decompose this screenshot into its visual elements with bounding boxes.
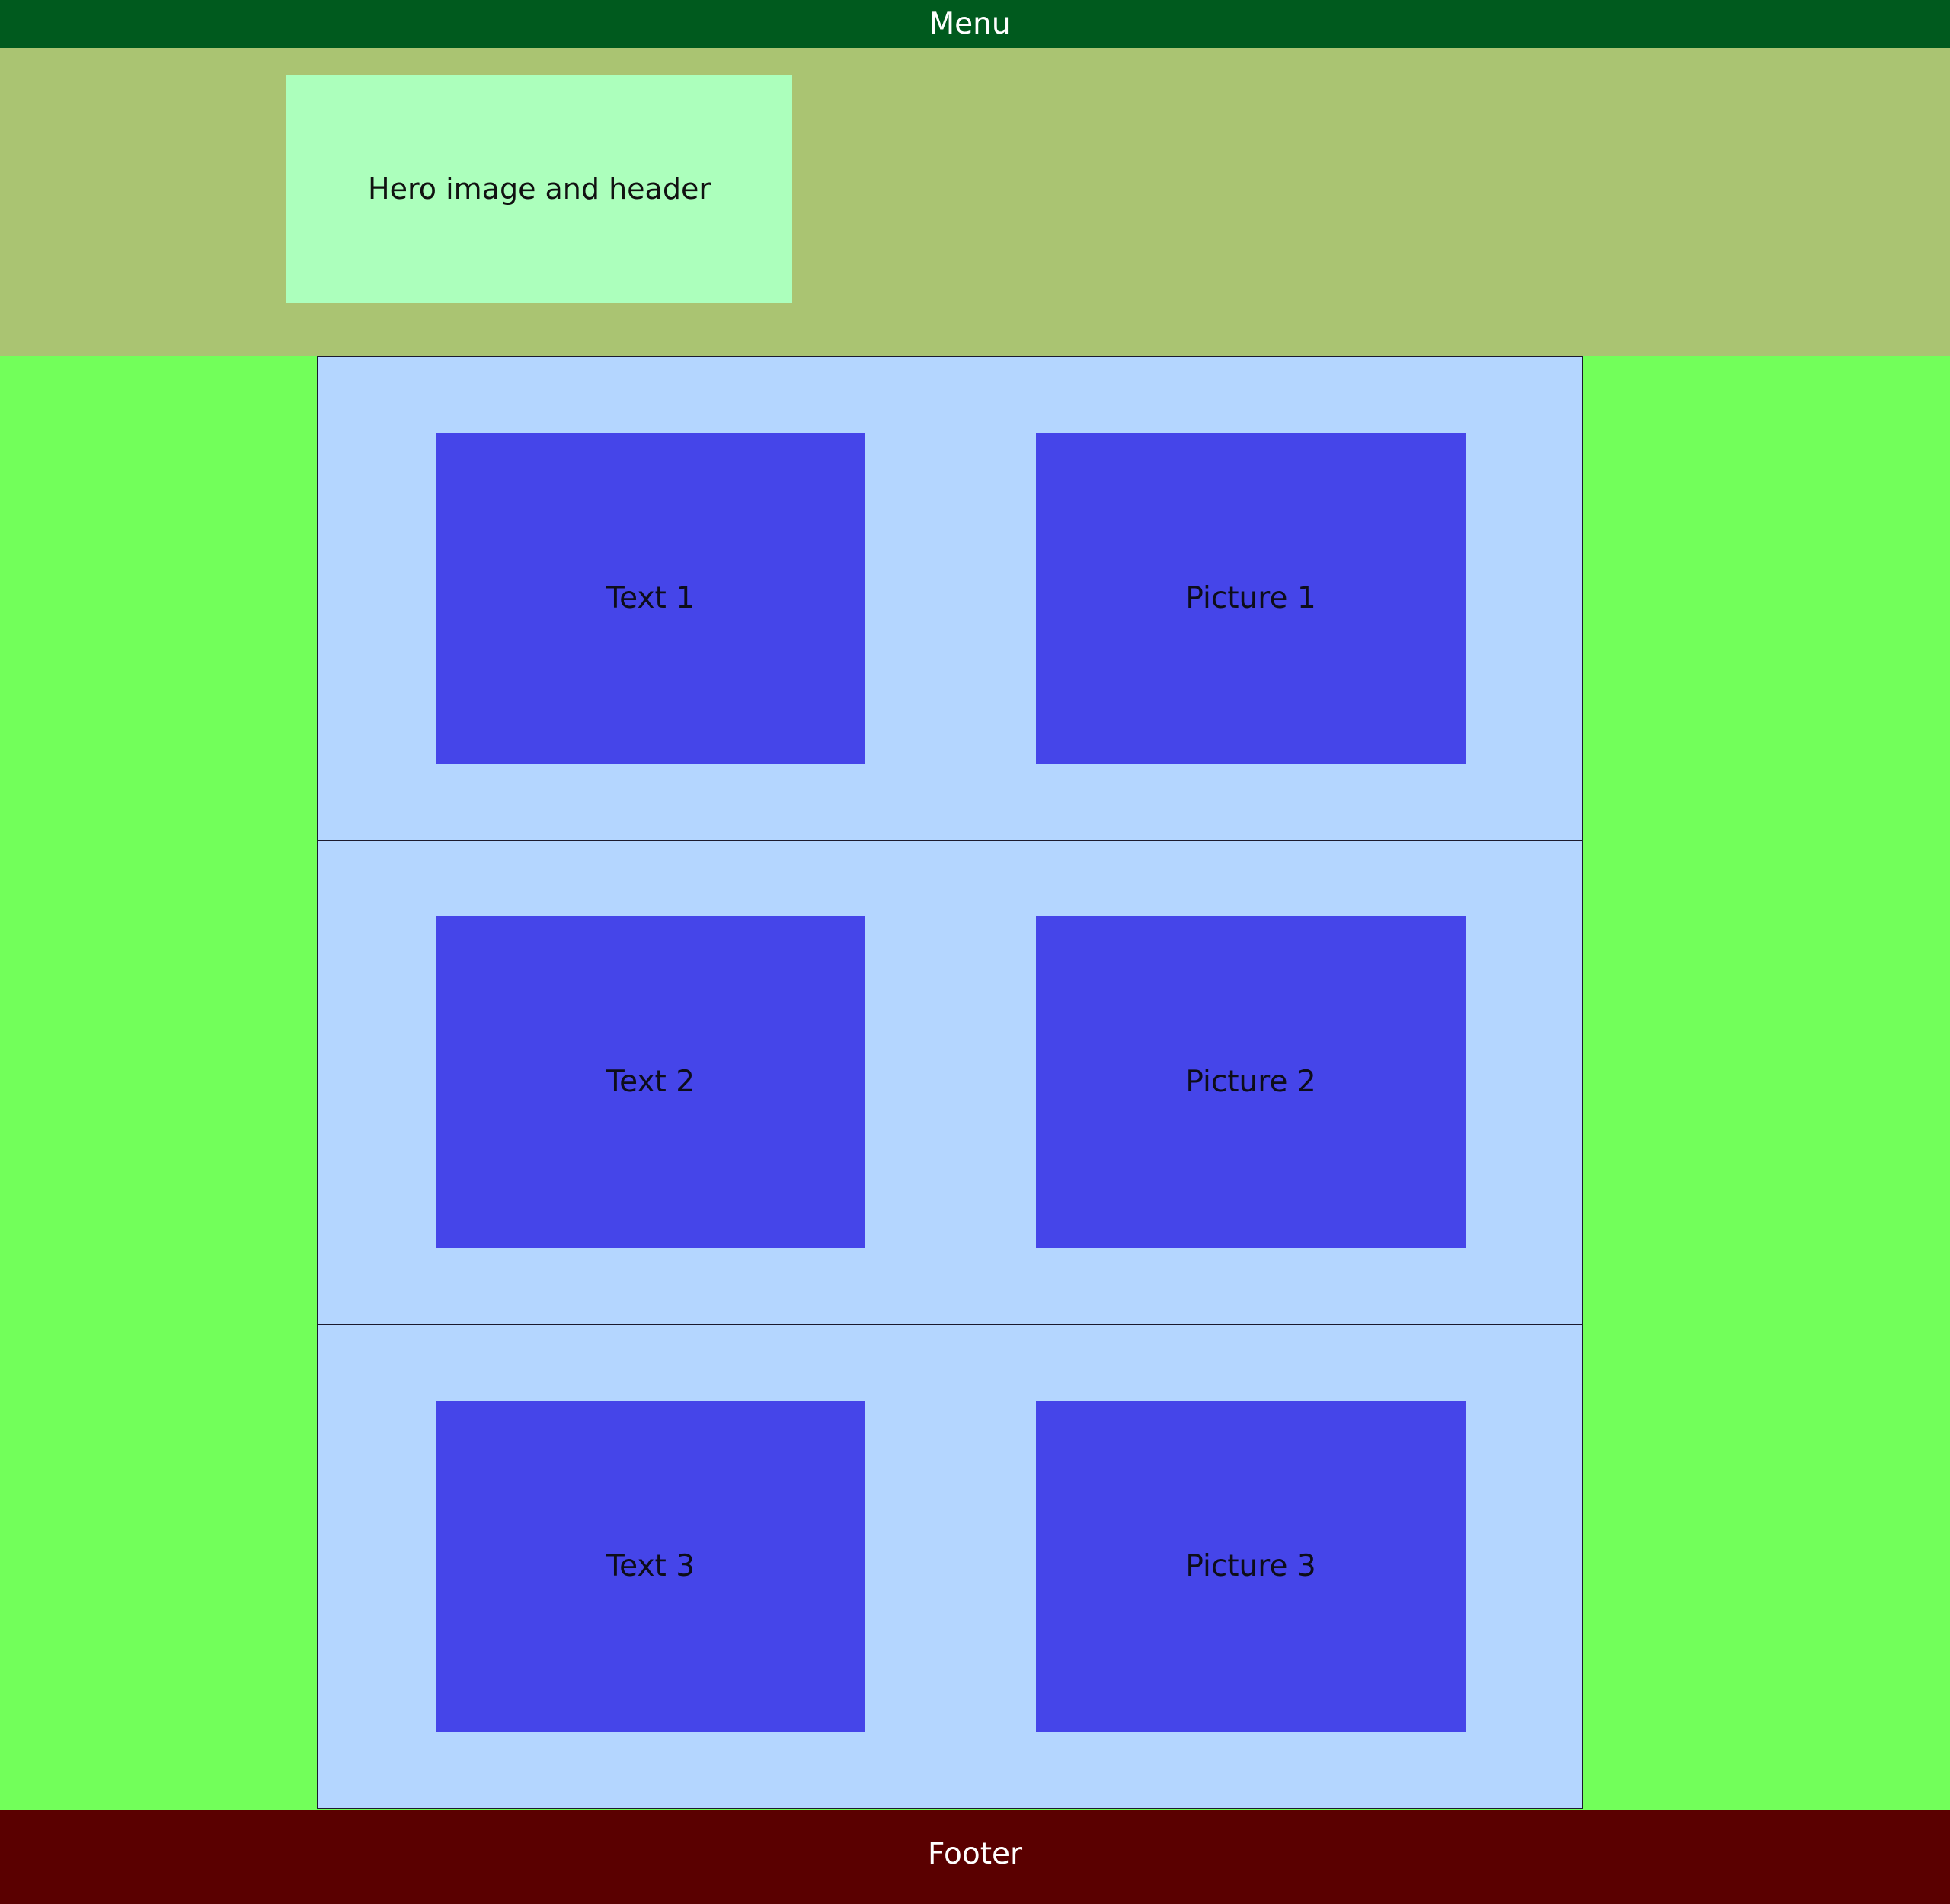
picture-block-label: Picture 1	[1185, 581, 1316, 615]
text-block-label: Text 1	[606, 581, 695, 615]
picture-block-2: Picture 2	[1036, 916, 1466, 1248]
section-3: Text 3 Picture 3	[317, 1324, 1583, 1809]
hero-label: Hero image and header	[368, 172, 711, 206]
text-block-3: Text 3	[436, 1401, 865, 1732]
picture-block-label: Picture 2	[1185, 1065, 1316, 1099]
hero-box: Hero image and header	[286, 75, 792, 303]
menu-bar: Menu	[0, 0, 1950, 48]
picture-block-label: Picture 3	[1185, 1549, 1316, 1583]
section-2: Text 2 Picture 2	[317, 840, 1583, 1324]
picture-block-3: Picture 3	[1036, 1401, 1466, 1732]
text-block-label: Text 3	[606, 1549, 695, 1583]
footer-label: Footer	[927, 1837, 1023, 1871]
menu-label: Menu	[929, 7, 1011, 41]
footer: Footer	[0, 1810, 1950, 1904]
content-sections: Text 1 Picture 1 Text 2 Picture 2 Text 3…	[317, 356, 1583, 1810]
text-block-1: Text 1	[436, 433, 865, 764]
text-block-2: Text 2	[436, 916, 865, 1248]
text-block-label: Text 2	[606, 1065, 695, 1099]
picture-block-1: Picture 1	[1036, 433, 1466, 764]
section-1: Text 1 Picture 1	[317, 356, 1583, 841]
hero-band: Hero image and header	[0, 48, 1950, 356]
